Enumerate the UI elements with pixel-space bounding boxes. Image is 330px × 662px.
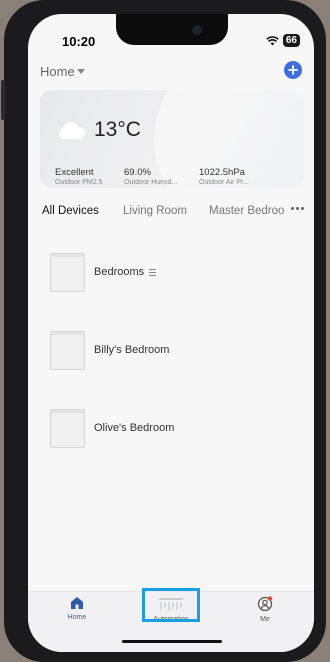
more-icon[interactable] [291,207,304,210]
list-item[interactable]: Bedrooms [50,252,290,292]
home-icon [71,597,83,609]
nav-me[interactable]: Me [235,596,295,623]
metric-value: Excellent [55,167,94,178]
wifi-icon [266,35,279,45]
device-thumbnail [50,408,85,448]
notification-dot [267,596,273,601]
device-name: Billy's Bedroom [94,344,170,356]
home-selector[interactable]: Home [40,64,85,79]
plus-icon [288,65,298,75]
weather-metrics: Excellent Outdoor PM2.5 69.0% Outdoor Hu… [55,167,256,186]
list-item[interactable]: Olive's Bedroom [50,408,290,448]
metric-pm25: Excellent Outdoor PM2.5 [55,167,112,186]
weather-card[interactable]: 13°C Excellent Outdoor PM2.5 69.0% Outdo… [40,90,304,188]
metric-value: 69.0% [124,167,151,178]
metric-air-pressure: 1022.5hPa Outdoor Air Pr... [199,167,256,186]
add-button[interactable] [284,61,302,79]
profile-icon [257,596,273,612]
home-indicator [122,640,222,643]
metric-label: Outdoor Air Pr... [199,179,249,186]
caret-down-icon [76,68,85,74]
group-icon [149,268,157,276]
metric-label: Outdoor Humid... [124,179,178,186]
tab-living-room[interactable]: Living Room [123,205,187,217]
status-icons: 66 [266,34,300,47]
phone-frame: 10:20 66 Home 13°C Excellent Outdoor PM2… [1,0,326,662]
room-tabs: All Devices Living Room Master Bedroo [42,205,304,223]
battery-indicator: 66 [282,34,300,47]
status-time: 10:20 [62,34,96,49]
temperature: 13°C [94,118,141,141]
app-screen: 10:20 66 Home 13°C Excellent Outdoor PM2… [28,14,314,652]
device-thumbnail [50,252,85,292]
tab-all-devices[interactable]: All Devices [42,205,99,217]
device-thumbnail [50,330,85,370]
device-name: Olive's Bedroom [94,422,175,434]
metric-humidity: 69.0% Outdoor Humid... [124,167,187,186]
cloud-icon [59,122,86,139]
front-camera [192,25,202,35]
header: Home [40,61,302,88]
device-name: Bedrooms [94,266,145,278]
metric-value: 1022.5hPa [199,167,245,178]
highlight-box [142,588,200,622]
nav-label: Me [260,616,270,623]
tab-master-bedroom[interactable]: Master Bedroo [209,205,285,217]
list-item[interactable]: Billy's Bedroom [50,330,290,370]
home-label: Home [40,64,75,79]
nav-home[interactable]: Home [47,596,107,621]
notch [116,14,228,45]
metric-label: Outdoor PM2.5 [55,179,103,186]
nav-label: Home [67,614,87,621]
